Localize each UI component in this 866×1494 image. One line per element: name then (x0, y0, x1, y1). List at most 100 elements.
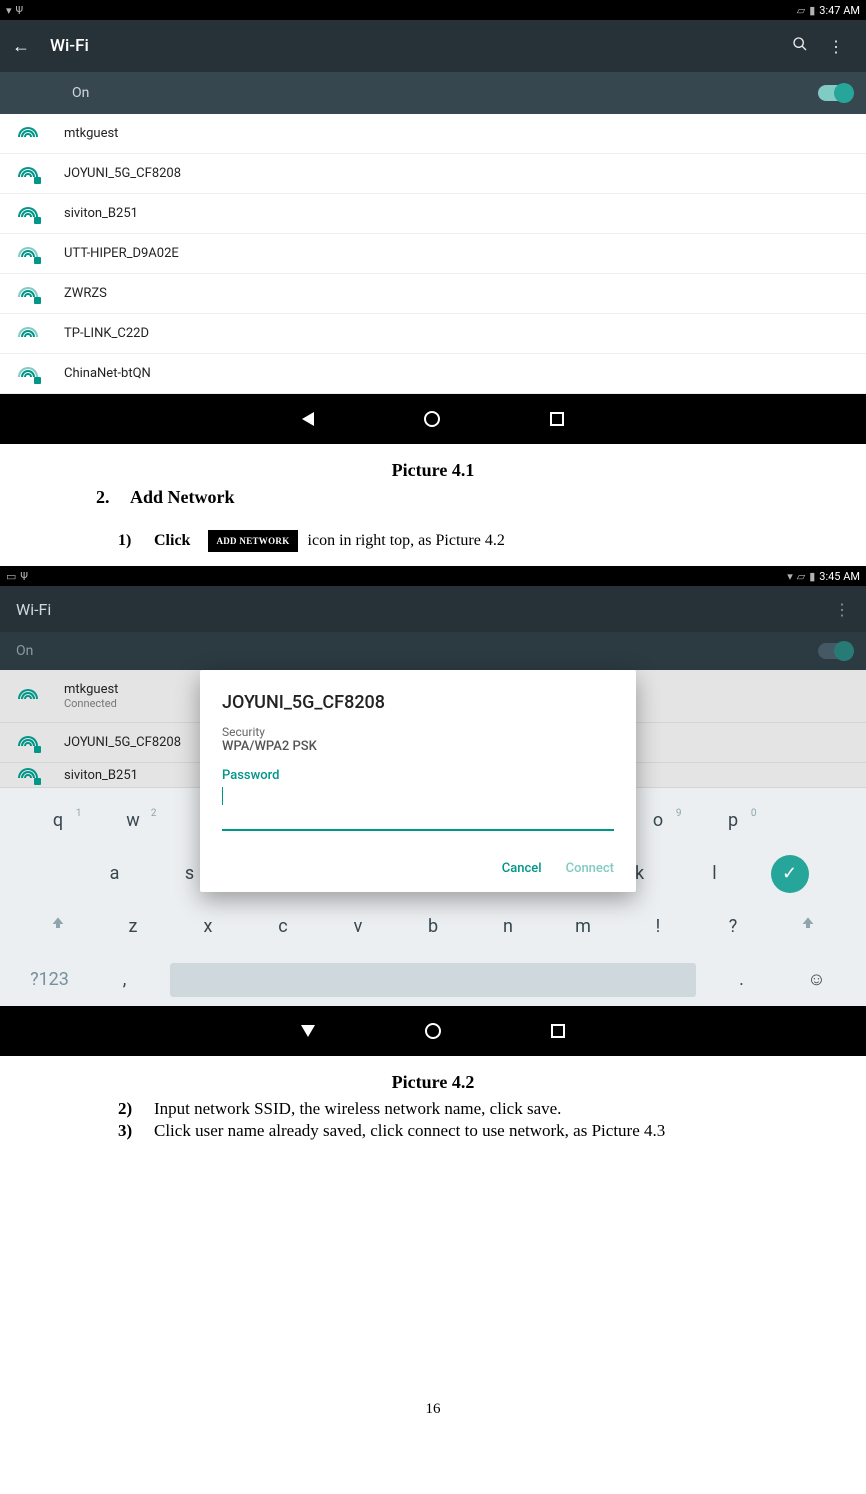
key-symbols[interactable]: ?123 (12, 969, 87, 990)
lock-icon (34, 257, 41, 264)
step-number: 3) (118, 1121, 154, 1141)
security-value: WPA/WPA2 PSK (222, 739, 614, 754)
caption-4-1: Picture 4.1 (0, 460, 866, 481)
add-network-button-image: ADD NETWORK (208, 530, 297, 552)
step-number: 2) (118, 1099, 154, 1119)
key-period[interactable]: . (704, 969, 779, 990)
key-c[interactable]: c (246, 916, 321, 937)
overflow-menu-icon[interactable]: ⋮ (818, 37, 854, 56)
key-z[interactable]: z (96, 916, 171, 937)
wifi-signal-icon (18, 736, 38, 750)
key-m[interactable]: m (546, 916, 621, 937)
wifi-toggle-switch[interactable] (818, 85, 852, 101)
wifi-network-item[interactable]: TP-LINK_C22D (0, 314, 866, 354)
wifi-master-toggle-row: On (0, 72, 866, 114)
key-space[interactable] (170, 963, 696, 997)
step-number: 1) (118, 532, 154, 550)
picture-status-icon: ▭ (6, 570, 16, 583)
status-bar: ▾ Ψ ▱ ▮ 3:47 AM (0, 0, 866, 20)
caption-4-2: Picture 4.2 (0, 1072, 866, 1093)
key-x[interactable]: x (171, 916, 246, 937)
nav-bar (0, 1006, 866, 1056)
password-input-wrapper (222, 785, 614, 831)
search-icon[interactable] (782, 36, 818, 56)
lock-icon (34, 217, 41, 224)
usb-status-icon: Ψ (20, 570, 28, 583)
nav-home-icon[interactable] (424, 411, 440, 427)
key-shift[interactable] (21, 916, 96, 937)
step-2: 2) Input network SSID, the wireless netw… (118, 1099, 866, 1119)
key-p[interactable]: p0 (696, 810, 771, 831)
usb-status-icon: Ψ (16, 4, 24, 17)
page-title: Wi-Fi (16, 600, 834, 619)
key-?[interactable]: ? (696, 916, 771, 937)
wifi-connect-dialog: JOYUNI_5G_CF8208 Security WPA/WPA2 PSK P… (200, 670, 636, 892)
section-number: 2. (96, 487, 130, 508)
wifi-signal-icon (18, 207, 38, 221)
app-bar: Wi-Fi ⋮ (0, 586, 866, 632)
key-w[interactable]: w2 (96, 810, 171, 831)
key-q[interactable]: q1 (21, 810, 96, 831)
wifi-network-item[interactable]: ChinaNet-btQN (0, 354, 866, 394)
key-comma[interactable]: , (87, 969, 162, 990)
password-input[interactable] (222, 805, 614, 831)
wifi-network-list: mtkguest JOYUNI_5G_CF8208 siviton_B251 UTT-… (0, 114, 866, 394)
step-text: Input network SSID, the wireless network… (154, 1099, 561, 1119)
wifi-status-icon: ▾ (787, 570, 793, 583)
lock-icon (34, 778, 41, 785)
key-emoji[interactable]: ☺ (779, 969, 854, 990)
step-rest: icon in right top, as Picture 4.2 (308, 532, 505, 550)
ssid-label: mtkguest (64, 682, 118, 697)
document-body-2: Picture 4.2 2) Input network SSID, the w… (0, 1056, 866, 1438)
wifi-toggle-switch[interactable] (818, 643, 852, 659)
wifi-network-item[interactable]: ZWRZS (0, 274, 866, 314)
key-n[interactable]: n (471, 916, 546, 937)
lock-icon (34, 177, 41, 184)
page-title: Wi-Fi (50, 36, 782, 56)
status-bar: ▭ Ψ ▾ ▱ ▮ 3:45 AM (0, 566, 866, 586)
ssid-label: siviton_B251 (64, 206, 138, 221)
nav-home-icon[interactable] (425, 1023, 441, 1039)
lock-icon (34, 297, 41, 304)
ssid-label: mtkguest (64, 126, 118, 141)
connect-button[interactable]: Connect (566, 861, 614, 876)
wifi-network-item[interactable]: UTT-HIPER_D9A02E (0, 234, 866, 274)
step-1: 1) Click ADD NETWORK icon in right top, … (118, 530, 866, 552)
nav-back-icon[interactable] (302, 412, 314, 426)
key-a[interactable]: a (77, 863, 152, 884)
cancel-button[interactable]: Cancel (502, 861, 542, 876)
ssid-label: JOYUNI_5G_CF8208 (64, 735, 181, 750)
back-icon[interactable]: ← (12, 36, 30, 57)
step-text: Click user name already saved, click con… (154, 1121, 665, 1141)
wifi-network-item[interactable]: mtkguest (0, 114, 866, 154)
wifi-status-icon: ▾ (6, 4, 12, 17)
status-time: 3:47 AM (819, 4, 860, 17)
nav-recent-icon[interactable] (551, 1024, 565, 1038)
lock-icon (34, 377, 41, 384)
wifi-master-toggle-row: On (0, 632, 866, 670)
key-v[interactable]: v (321, 916, 396, 937)
toggle-label: On (16, 643, 33, 659)
key-enter[interactable]: ✓ (771, 855, 809, 893)
toggle-label: On (72, 85, 89, 101)
wifi-network-item[interactable]: siviton_B251 (0, 194, 866, 234)
screenshot-wifi-list: ▾ Ψ ▱ ▮ 3:47 AM ← Wi-Fi ⋮ On mtkguest JOY… (0, 0, 866, 444)
nav-bar (0, 394, 866, 444)
text-cursor (222, 787, 223, 805)
section-heading: 2. Add Network (96, 487, 866, 508)
sim-status-icon: ▱ (797, 570, 805, 583)
nav-recent-icon[interactable] (550, 412, 564, 426)
ssid-label: ChinaNet-btQN (64, 366, 151, 381)
status-time: 3:45 AM (819, 570, 860, 583)
lock-icon (34, 746, 41, 753)
wifi-signal-icon (18, 127, 38, 141)
overflow-menu-icon[interactable]: ⋮ (834, 600, 850, 619)
key-b[interactable]: b (396, 916, 471, 937)
wifi-network-item[interactable]: JOYUNI_5G_CF8208 (0, 154, 866, 194)
key-shift[interactable] (771, 916, 846, 937)
key-l[interactable]: l (677, 863, 752, 884)
nav-hide-keyboard-icon[interactable] (301, 1025, 315, 1037)
wifi-signal-icon (18, 287, 38, 301)
key-![interactable]: ! (621, 916, 696, 937)
ssid-label: JOYUNI_5G_CF8208 (64, 166, 181, 181)
